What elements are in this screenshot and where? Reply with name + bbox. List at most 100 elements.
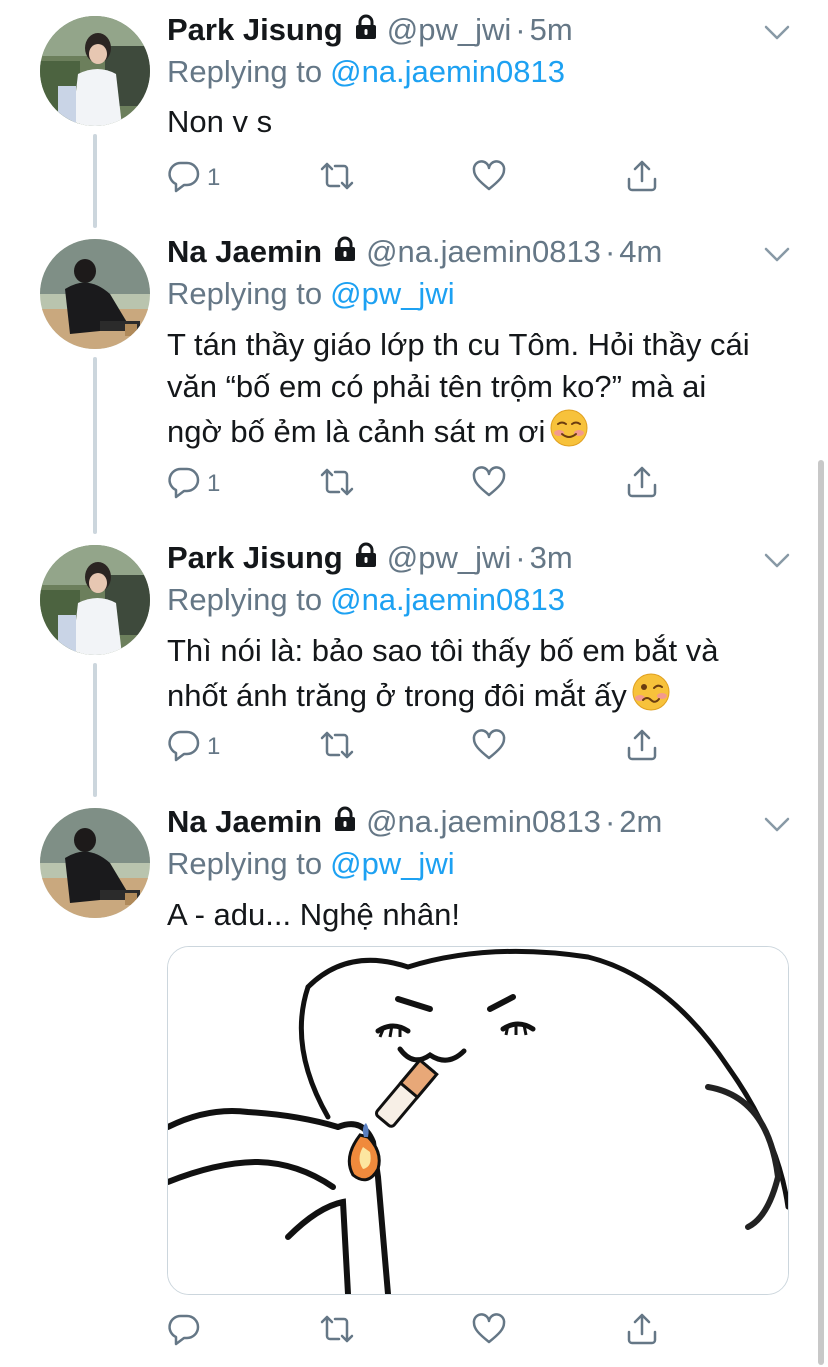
tweet-text: Thì nói là: bảo sao tôi thấy bố em bắt v… xyxy=(167,630,787,723)
tweet-text-line: văn “bố em có phải tên trộm ko?” mà ai xyxy=(167,369,707,404)
lock-icon xyxy=(353,12,379,48)
replying-to-link[interactable]: @pw_jwi xyxy=(330,276,455,312)
replying-to-link[interactable]: @na.jaemin0813 xyxy=(330,582,565,618)
reply-count: 1 xyxy=(207,164,221,191)
share-icon xyxy=(625,159,659,198)
thread-connector xyxy=(93,134,97,228)
retweet-button[interactable] xyxy=(317,158,357,198)
tweet-text-line: nhốt ánh trăng ở trong đôi mắt ấy xyxy=(167,672,787,723)
share-button[interactable] xyxy=(625,1311,659,1351)
separator-dot: · xyxy=(604,804,616,839)
tweet-text-line-content: ngờ bố ẻm là cảnh sát m ơi xyxy=(167,414,546,449)
display-name[interactable]: Park Jisung xyxy=(167,540,343,576)
tweet-actions: 1 xyxy=(167,158,687,198)
tweet-text-line: Thì nói là: bảo sao tôi thấy bố em bắt v… xyxy=(167,633,719,668)
reply-icon xyxy=(167,159,201,198)
replying-to: Replying to @na.jaemin0813 xyxy=(167,580,565,620)
smiling-face-emoji xyxy=(549,408,589,459)
tweet-header: Na Jaemin @na.jaemin0813 · 4m xyxy=(167,232,662,272)
retweet-icon xyxy=(317,465,357,504)
display-name[interactable]: Na Jaemin xyxy=(167,804,322,840)
reply-icon xyxy=(167,728,201,767)
tweet-text-line: T tán thầy giáo lớp th cu Tôm. Hỏi thầy … xyxy=(167,327,750,362)
replying-to-link[interactable]: @pw_jwi xyxy=(330,846,455,882)
share-button[interactable] xyxy=(625,464,659,504)
tweet-text-content: Non v s xyxy=(167,104,273,139)
avatar[interactable] xyxy=(40,808,150,918)
retweet-button[interactable] xyxy=(317,464,357,504)
reply-count: 1 xyxy=(207,470,221,497)
tweet-text: T tán thầy giáo lớp th cu Tôm. Hỏi thầy … xyxy=(167,324,787,459)
replying-to: Replying to @pw_jwi xyxy=(167,844,455,884)
woozy-face-emoji xyxy=(631,672,671,723)
share-button[interactable] xyxy=(625,727,659,767)
display-name[interactable]: Na Jaemin xyxy=(167,234,322,270)
avatar[interactable] xyxy=(40,239,150,349)
heart-icon xyxy=(471,465,507,504)
scrollbar[interactable] xyxy=(818,460,824,1365)
timestamp[interactable]: 3m xyxy=(530,540,573,576)
reply-button[interactable] xyxy=(167,1311,207,1351)
meme-image xyxy=(168,947,788,1294)
reply-button[interactable]: 1 xyxy=(167,727,220,767)
heart-icon xyxy=(471,159,507,198)
tweet-text-line: ngờ bố ẻm là cảnh sát m ơi xyxy=(167,408,787,459)
tweet-actions: 1 xyxy=(167,464,687,504)
timestamp[interactable]: 2m xyxy=(619,804,662,840)
chevron-down-icon[interactable] xyxy=(762,242,792,266)
share-icon xyxy=(625,728,659,767)
separator-dot: · xyxy=(515,12,526,47)
reply-icon xyxy=(167,1312,201,1351)
avatar[interactable] xyxy=(40,545,150,655)
avatar[interactable] xyxy=(40,16,150,126)
chevron-down-icon[interactable] xyxy=(762,548,792,572)
replying-to-label: Replying to xyxy=(167,54,323,89)
user-handle[interactable]: @na.jaemin0813 xyxy=(366,234,601,270)
replying-to-link[interactable]: @na.jaemin0813 xyxy=(330,54,565,90)
tweet-text-content: A - adu... Nghệ nhân! xyxy=(167,897,460,932)
tweet-header: Park Jisung @pw_jwi · 3m xyxy=(167,538,573,578)
tweet-text-line-content: nhốt ánh trăng ở trong đôi mắt ấy xyxy=(167,678,627,713)
retweet-icon xyxy=(317,159,357,198)
reply-button[interactable]: 1 xyxy=(167,158,220,198)
replying-to: Replying to @pw_jwi xyxy=(167,274,455,314)
lock-icon xyxy=(332,234,358,270)
thread-connector xyxy=(93,357,97,534)
like-button[interactable] xyxy=(471,727,507,767)
tweet-actions xyxy=(167,1311,687,1351)
thread-connector xyxy=(93,663,97,797)
reply-button[interactable]: 1 xyxy=(167,464,220,504)
separator-dot: · xyxy=(515,540,526,575)
separator-dot: · xyxy=(604,234,616,269)
user-handle[interactable]: @pw_jwi xyxy=(387,12,512,48)
share-icon xyxy=(625,465,659,504)
user-handle[interactable]: @pw_jwi xyxy=(387,540,512,576)
tweet-media-image[interactable] xyxy=(167,946,789,1295)
tweet-text: Non v s xyxy=(167,101,787,143)
timestamp[interactable]: 4m xyxy=(619,234,662,270)
retweet-icon xyxy=(317,728,357,767)
replying-to: Replying to @na.jaemin0813 xyxy=(167,52,565,92)
like-button[interactable] xyxy=(471,158,507,198)
retweet-button[interactable] xyxy=(317,727,357,767)
heart-icon xyxy=(471,1312,507,1351)
tweet-header: Park Jisung @pw_jwi · 5m xyxy=(167,10,573,50)
like-button[interactable] xyxy=(471,1311,507,1351)
share-button[interactable] xyxy=(625,158,659,198)
chevron-down-icon[interactable] xyxy=(762,20,792,44)
tweet-header: Na Jaemin @na.jaemin0813 · 2m xyxy=(167,802,662,842)
user-handle[interactable]: @na.jaemin0813 xyxy=(366,804,601,840)
retweet-icon xyxy=(317,1312,357,1351)
replying-to-label: Replying to xyxy=(167,582,323,617)
tweet-text: A - adu... Nghệ nhân! xyxy=(167,894,787,936)
retweet-button[interactable] xyxy=(317,1311,357,1351)
like-button[interactable] xyxy=(471,464,507,504)
chevron-down-icon[interactable] xyxy=(762,812,792,836)
heart-icon xyxy=(471,728,507,767)
reply-icon xyxy=(167,465,201,504)
lock-icon xyxy=(332,804,358,840)
replying-to-label: Replying to xyxy=(167,276,323,311)
tweet-actions: 1 xyxy=(167,727,687,767)
timestamp[interactable]: 5m xyxy=(530,12,573,48)
display-name[interactable]: Park Jisung xyxy=(167,12,343,48)
